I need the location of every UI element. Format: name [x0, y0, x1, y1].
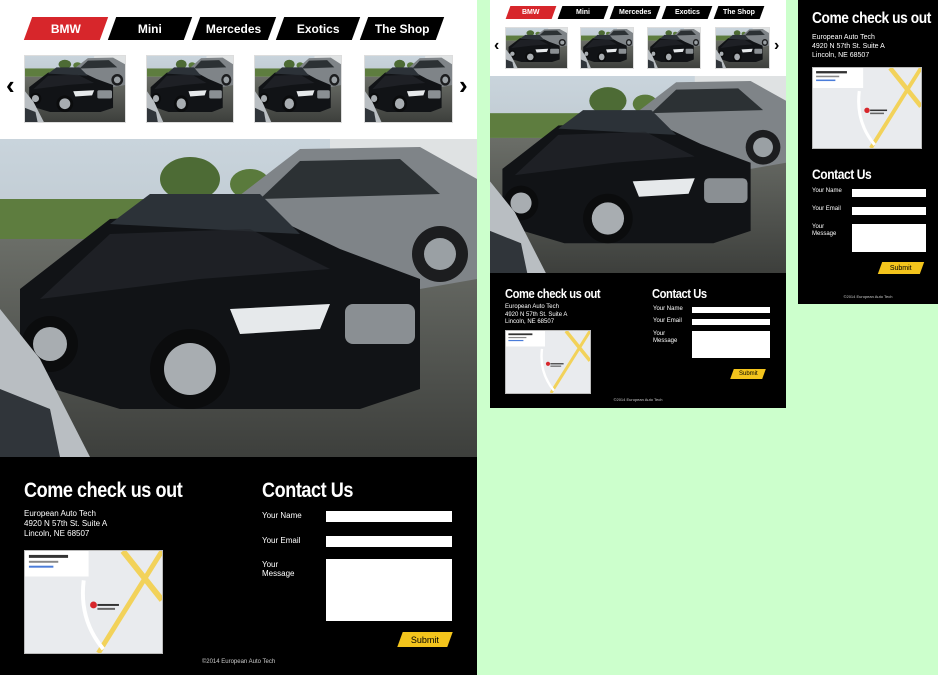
name-label: Your Name [262, 511, 302, 520]
chevron-right-icon[interactable]: › [459, 72, 468, 98]
car-thumbnail[interactable] [364, 55, 453, 123]
car-thumbnail[interactable] [505, 27, 568, 69]
city: Lincoln, NE 68507 [812, 51, 870, 59]
chevron-left-icon[interactable]: ‹ [494, 38, 499, 54]
tab-bmw[interactable]: BMW [505, 6, 557, 19]
desktop-layout: BMW Mini Mercedes Exotics The Shop ‹ › C… [0, 0, 477, 675]
name-label: Your Name [653, 306, 683, 312]
chevron-left-icon[interactable]: ‹ [6, 72, 15, 98]
copyright: ©2014 European Auto Tech [613, 397, 663, 402]
tablet-layout: BMW Mini Mercedes Exotics The Shop ‹ › C… [490, 0, 786, 408]
email-field[interactable] [326, 536, 452, 547]
tab-exotics[interactable]: Exotics [275, 17, 361, 40]
email-field[interactable] [852, 207, 926, 215]
name-field[interactable] [692, 307, 770, 313]
footer: Come check us out European Auto Tech 492… [490, 273, 786, 408]
submit-button[interactable]: Submit [730, 369, 766, 379]
tab-the-shop[interactable]: The Shop [359, 17, 445, 40]
main-car-photo [0, 139, 477, 457]
tab-mini[interactable]: Mini [557, 6, 609, 19]
car-thumbnail[interactable] [715, 27, 770, 69]
address: European Auto Tech 4920 N 57th St. Suite… [812, 34, 885, 60]
tab-mercedes[interactable]: Mercedes [609, 6, 661, 19]
brand-tabs: BMW Mini Mercedes Exotics The Shop [23, 17, 445, 40]
tab-mini[interactable]: Mini [107, 17, 193, 40]
main-car-photo [490, 76, 786, 273]
message-label: Your Message [262, 560, 295, 579]
chevron-right-icon[interactable]: › [774, 38, 779, 54]
street: 4920 N 57th St. Suite A [812, 42, 885, 50]
message-field[interactable] [326, 559, 452, 621]
thumbnail-strip [24, 55, 453, 123]
message-label: Your Message [812, 224, 837, 237]
business-name: European Auto Tech [812, 34, 875, 41]
car-thumbnail[interactable] [647, 27, 701, 69]
contact-title: Contact Us [652, 286, 707, 301]
message-field[interactable] [692, 331, 770, 358]
location-title: Come check us out [812, 10, 931, 27]
name-field[interactable] [326, 511, 452, 522]
contact-title: Contact Us [262, 479, 354, 502]
message-field[interactable] [852, 224, 926, 252]
address: European Auto Tech 4920 N 57th St. Suite… [505, 304, 567, 327]
mobile-layout: Come check us out European Auto Tech 492… [798, 0, 938, 304]
email-label: Your Email [812, 206, 841, 212]
copyright: ©2014 European Auto Tech [843, 294, 893, 299]
tab-bmw[interactable]: BMW [23, 17, 109, 40]
location-map[interactable] [505, 330, 591, 394]
location-map[interactable] [24, 550, 163, 654]
name-field[interactable] [852, 189, 926, 197]
address: European Auto Tech 4920 N 57th St. Suite… [24, 509, 107, 539]
contact-title: Contact Us [812, 166, 872, 182]
street: 4920 N 57th St. Suite A [505, 311, 568, 318]
email-label: Your Email [653, 318, 682, 324]
car-thumbnail[interactable] [24, 55, 126, 123]
tab-mercedes[interactable]: Mercedes [191, 17, 277, 40]
tab-the-shop[interactable]: The Shop [713, 6, 765, 19]
car-thumbnail[interactable] [254, 55, 342, 123]
location-title: Come check us out [505, 286, 601, 301]
thumbnail-strip [505, 27, 770, 69]
city: Lincoln, NE 68507 [505, 319, 555, 325]
submit-button[interactable]: Submit [877, 262, 925, 274]
brand-tabs: BMW Mini Mercedes Exotics The Shop [505, 6, 765, 19]
car-thumbnail[interactable] [580, 27, 634, 69]
street: 4920 N 57th St. Suite A [24, 519, 108, 528]
location-title: Come check us out [24, 479, 183, 502]
submit-button[interactable]: Submit [397, 632, 453, 647]
city: Lincoln, NE 68507 [24, 529, 90, 538]
business-name: European Auto Tech [505, 304, 559, 310]
name-label: Your Name [812, 188, 842, 194]
location-map[interactable] [812, 67, 922, 149]
message-label: Your Message [653, 331, 678, 344]
business-name: European Auto Tech [24, 509, 96, 518]
email-label: Your Email [262, 536, 301, 545]
email-field[interactable] [692, 319, 770, 325]
footer: Come check us out European Auto Tech 492… [0, 457, 477, 675]
tab-exotics[interactable]: Exotics [661, 6, 713, 19]
car-thumbnail[interactable] [146, 55, 234, 123]
copyright: ©2014 European Auto Tech [201, 659, 276, 665]
